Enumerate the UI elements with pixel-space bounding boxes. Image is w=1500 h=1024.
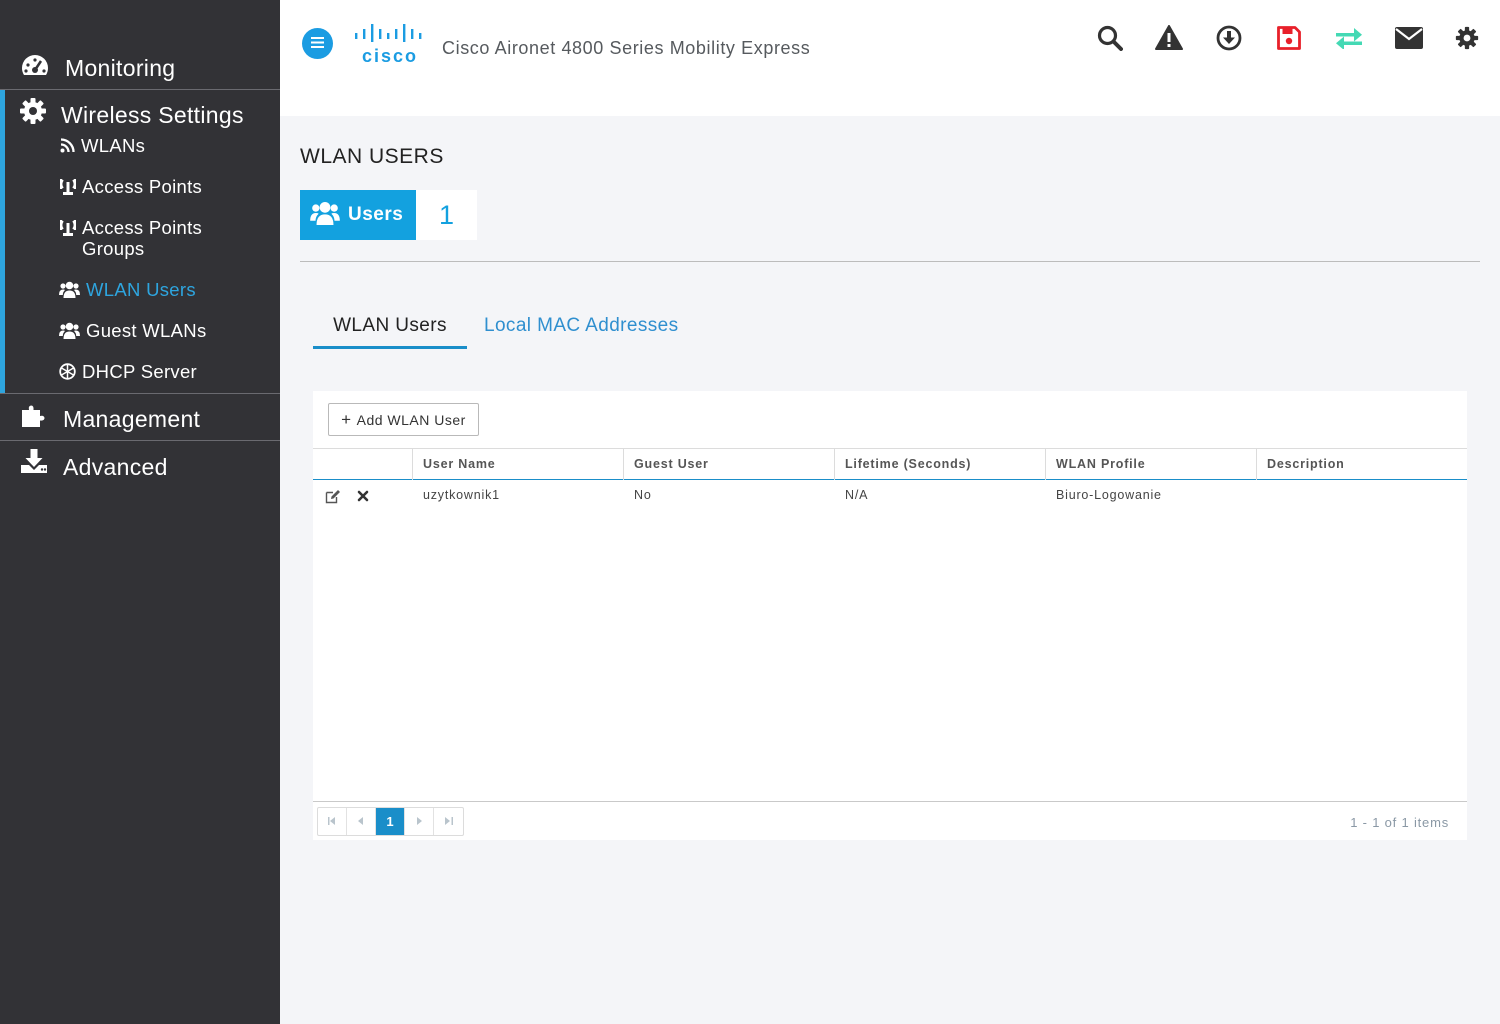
sidebar-item-wlan-users[interactable]: WLAN Users (59, 279, 196, 300)
add-wlan-user-label: Add WLAN User (356, 411, 466, 428)
nav-divider (0, 440, 280, 441)
pager-info: 1 - 1 of 1 items (1350, 815, 1449, 830)
tab-wlan-users[interactable]: WLAN Users (313, 315, 467, 349)
puzzle-icon (19, 400, 49, 430)
users-icon (310, 201, 340, 230)
sidebar-item-label: Access Points (82, 176, 203, 197)
dhcp-icon (59, 361, 76, 381)
add-wlan-user-button[interactable]: + Add WLAN User (328, 403, 479, 436)
users-icon (59, 279, 80, 299)
dashboard-icon (20, 51, 50, 81)
cell-guest-user: No (634, 488, 652, 502)
sidebar-item-access-points-groups[interactable]: Access Points Groups (59, 217, 202, 259)
last-page-icon (444, 816, 453, 827)
download-icon (1216, 25, 1242, 56)
nav-divider (0, 393, 280, 394)
nav-advanced[interactable]: Advanced (0, 445, 280, 483)
tab-local-mac-addresses[interactable]: Local MAC Addresses (484, 315, 679, 337)
cisco-logo: cisco (353, 22, 429, 66)
transfer-icon (1335, 27, 1363, 54)
delete-icon[interactable] (355, 488, 371, 504)
page-number-button[interactable]: 1 (376, 808, 405, 835)
users-tile-label: Users (348, 204, 404, 225)
pager-divider (313, 801, 1467, 802)
nav-monitoring[interactable]: Monitoring (0, 47, 280, 87)
last-page-button[interactable] (434, 808, 463, 835)
nav-management[interactable]: Management (0, 398, 280, 436)
column-header-lifetime[interactable]: Lifetime (Seconds) (834, 449, 1045, 480)
hamburger-icon (311, 35, 324, 53)
nav-wireless-settings-label: Wireless Settings (61, 102, 244, 128)
alerts-button[interactable] (1153, 24, 1185, 56)
search-button[interactable] (1094, 24, 1126, 56)
edit-icon[interactable] (325, 488, 341, 504)
grid-header: User Name Guest User Lifetime (Seconds) … (313, 448, 1467, 480)
sidebar-item-guest-wlans[interactable]: Guest WLANs (59, 320, 207, 341)
access-point-icon (59, 217, 76, 237)
sidebar-item-dhcp-server[interactable]: DHCP Server (59, 361, 197, 382)
next-page-icon (416, 816, 422, 827)
sidebar-item-label: WLANs (81, 135, 146, 156)
top-header: cisco Cisco Aironet 4800 Series Mobility… (280, 0, 1500, 116)
users-tile-label-box: Users (300, 190, 416, 240)
pager: 1 (317, 807, 464, 836)
divider (300, 261, 1480, 262)
next-page-button[interactable] (405, 808, 434, 835)
cell-lifetime: N/A (845, 488, 869, 502)
sidebar-item-label-line1: Access Points (82, 217, 203, 238)
previous-page-button[interactable] (347, 808, 376, 835)
gear-icon (18, 96, 48, 126)
sidebar-item-wlans[interactable]: WLANs (59, 135, 145, 156)
nav-monitoring-label: Monitoring (65, 55, 176, 81)
wlan-users-grid: + Add WLAN User User Name Guest User Lif… (313, 391, 1467, 840)
mail-icon (1395, 26, 1423, 54)
nav-advanced-label: Advanced (63, 454, 168, 480)
plus-icon: + (341, 409, 352, 429)
column-header-guest-user[interactable]: Guest User (623, 449, 834, 480)
column-header-user-name[interactable]: User Name (412, 449, 623, 480)
sidebar-item-label: WLAN Users (86, 279, 196, 300)
previous-page-icon (358, 816, 364, 827)
users-count-tile: Users 1 (300, 190, 477, 240)
nav-wireless-settings[interactable]: Wireless Settings (0, 95, 280, 131)
nav-management-label: Management (63, 406, 201, 432)
alert-icon (1155, 25, 1183, 55)
sidebar-item-access-points[interactable]: Access Points (59, 176, 202, 197)
users-tile-count: 1 (416, 190, 477, 240)
sidebar-item-label: Guest WLANs (86, 320, 207, 341)
sidebar: Monitoring Wireless Settings WLANs Acces… (0, 0, 280, 1024)
search-icon (1097, 25, 1123, 56)
active-section-indicator (0, 90, 5, 394)
sidebar-item-label: DHCP Server (82, 361, 198, 382)
mail-button[interactable] (1393, 24, 1425, 56)
settings-button[interactable] (1451, 24, 1483, 56)
users-icon (59, 320, 80, 340)
first-page-button[interactable] (318, 808, 347, 835)
product-title: Cisco Aironet 4800 Series Mobility Expre… (442, 38, 811, 58)
gear-icon (1455, 26, 1479, 55)
column-header-wlan-profile[interactable]: WLAN Profile (1045, 449, 1256, 480)
download-tray-icon (19, 446, 49, 476)
nav-divider (0, 89, 280, 90)
sidebar-item-label-line2: Groups (82, 238, 145, 259)
column-header-description[interactable]: Description (1256, 449, 1467, 480)
sidebar-item-label: Access Points Groups (82, 217, 202, 259)
page-title: WLAN USERS (300, 145, 444, 168)
transfer-button[interactable] (1333, 24, 1365, 56)
rss-icon (59, 135, 75, 155)
cell-user-name: uzytkownik1 (423, 488, 500, 502)
access-point-icon (59, 176, 76, 196)
first-page-icon (328, 816, 336, 827)
menu-toggle-button[interactable] (302, 28, 333, 59)
download-button[interactable] (1213, 24, 1245, 56)
save-icon (1277, 25, 1301, 55)
cisco-wordmark: cisco (362, 46, 418, 66)
cell-wlan-profile: Biuro-Logowanie (1056, 488, 1162, 502)
save-button[interactable] (1273, 24, 1305, 56)
